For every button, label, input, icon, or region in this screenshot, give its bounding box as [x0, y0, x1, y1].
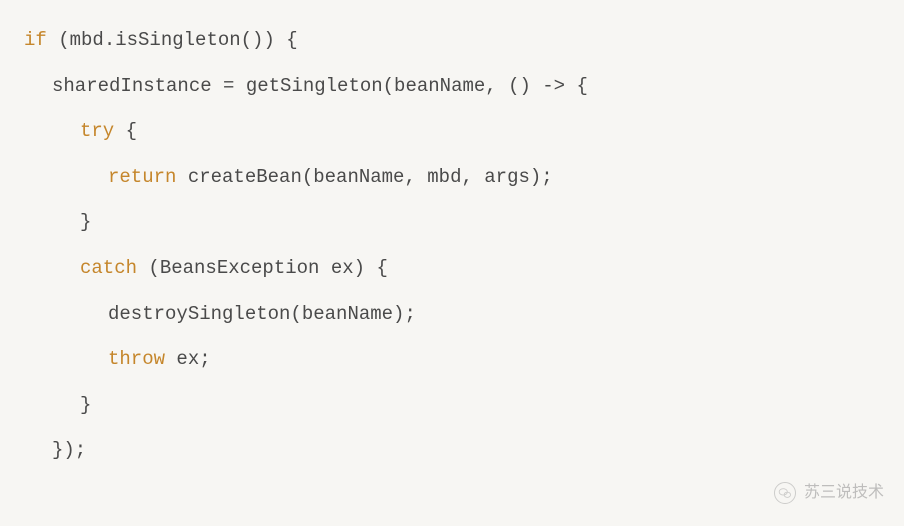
- code-line: try {: [24, 109, 896, 155]
- code-text: }: [80, 394, 91, 416]
- watermark-text: 苏三说技术: [804, 474, 884, 512]
- code-text: createBean(beanName, mbd, args);: [176, 166, 552, 188]
- code-line: }: [24, 383, 896, 429]
- keyword-if: if: [24, 29, 47, 51]
- code-text: destroySingleton(beanName);: [108, 303, 416, 325]
- keyword-catch: catch: [80, 257, 137, 279]
- code-text: {: [114, 120, 137, 142]
- keyword-return: return: [108, 166, 176, 188]
- code-line: if (mbd.isSingleton()) {: [24, 18, 896, 64]
- code-line: });: [24, 428, 896, 474]
- code-line: sharedInstance = getSingleton(beanName, …: [24, 64, 896, 110]
- code-text: (mbd.isSingleton()) {: [47, 29, 298, 51]
- code-text: }: [80, 211, 91, 233]
- keyword-try: try: [80, 120, 114, 142]
- keyword-throw: throw: [108, 348, 165, 370]
- code-text: });: [52, 439, 86, 461]
- code-line: }: [24, 200, 896, 246]
- code-block: if (mbd.isSingleton()) { sharedInstance …: [24, 18, 896, 474]
- code-text: ex;: [165, 348, 211, 370]
- code-text: (BeansException ex) {: [137, 257, 388, 279]
- code-line: throw ex;: [24, 337, 896, 383]
- code-text: sharedInstance = getSingleton(beanName, …: [52, 75, 588, 97]
- code-line: destroySingleton(beanName);: [24, 292, 896, 338]
- wechat-icon: [774, 482, 796, 504]
- watermark: 苏三说技术: [774, 474, 884, 512]
- code-line: return createBean(beanName, mbd, args);: [24, 155, 896, 201]
- code-line: catch (BeansException ex) {: [24, 246, 896, 292]
